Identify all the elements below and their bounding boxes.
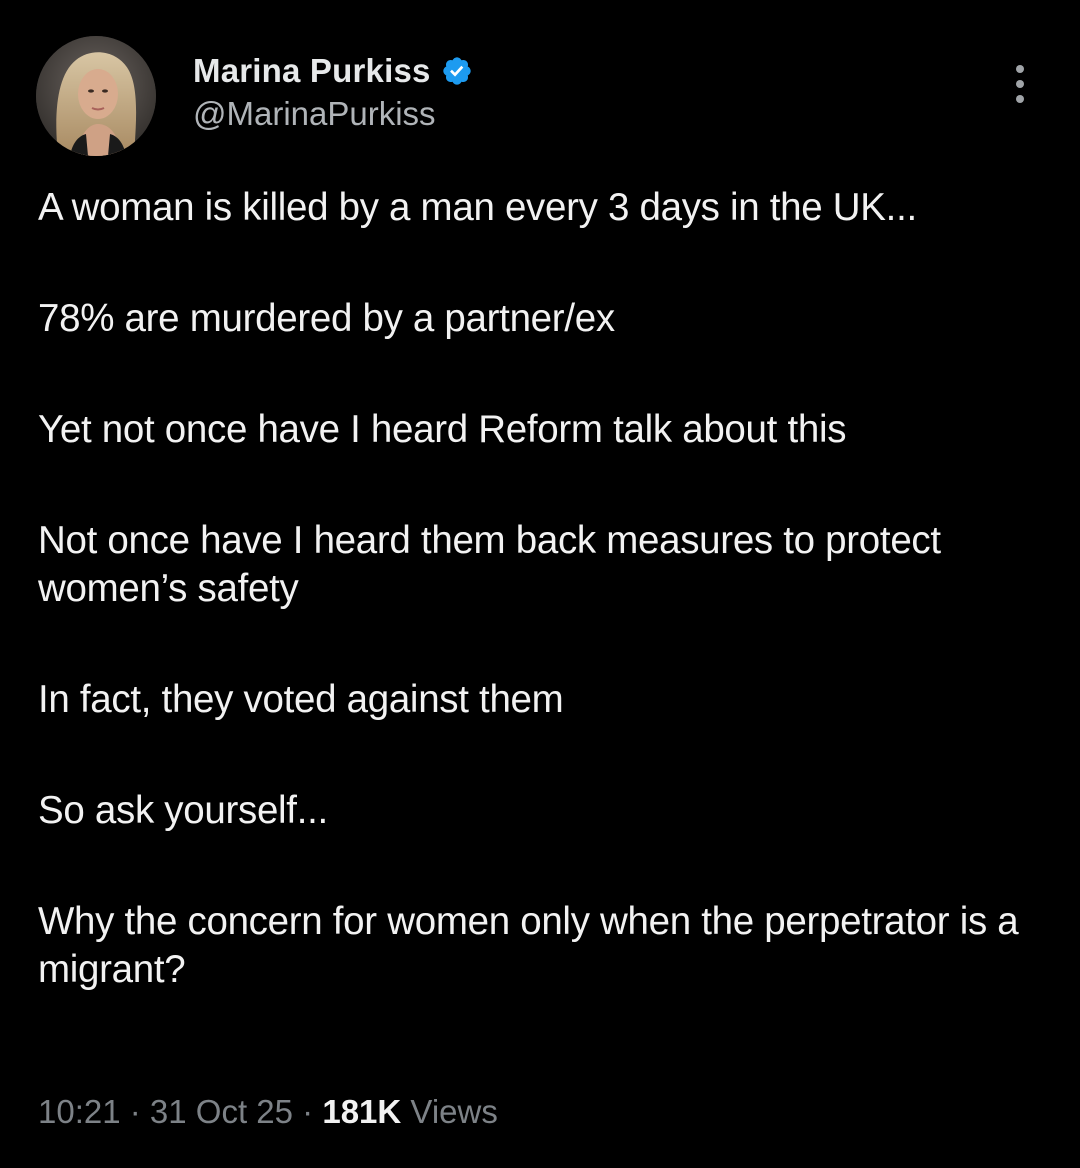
tweet-paragraph: 78% are murdered by a partner/ex bbox=[38, 297, 615, 340]
author-handle[interactable]: @MarinaPurkiss bbox=[193, 95, 436, 133]
tweet-paragraph: Not once have I heard them back measures… bbox=[38, 519, 952, 610]
meta-separator: · bbox=[293, 1093, 323, 1130]
tweet-paragraph: A woman is killed by a man every 3 days … bbox=[38, 186, 917, 229]
author-name-row: Marina Purkiss bbox=[193, 50, 473, 92]
author-display-name[interactable]: Marina Purkiss bbox=[193, 52, 431, 90]
tweet-paragraph: Yet not once have I heard Reform talk ab… bbox=[38, 408, 847, 451]
tweet: Marina Purkiss @MarinaPurkiss A woman is… bbox=[0, 0, 1080, 1168]
views-count[interactable]: 181K bbox=[322, 1093, 401, 1131]
views-label: Views bbox=[410, 1093, 498, 1130]
meta-separator: · bbox=[120, 1093, 150, 1130]
tweet-meta: 10:21 · 31 Oct 25 · 181K Views bbox=[38, 1093, 498, 1131]
tweet-date[interactable]: 31 Oct 25 bbox=[150, 1093, 293, 1131]
tweet-body: A woman is killed by a man every 3 days … bbox=[38, 184, 1048, 994]
verified-badge-icon bbox=[441, 55, 473, 87]
tweet-time[interactable]: 10:21 bbox=[38, 1093, 121, 1131]
avatar[interactable] bbox=[36, 36, 156, 156]
tweet-paragraph: Why the concern for women only when the … bbox=[38, 900, 1029, 991]
more-options-icon[interactable] bbox=[1004, 62, 1036, 106]
tweet-paragraph: In fact, they voted against them bbox=[38, 678, 564, 721]
tweet-paragraph: So ask yourself... bbox=[38, 789, 328, 832]
